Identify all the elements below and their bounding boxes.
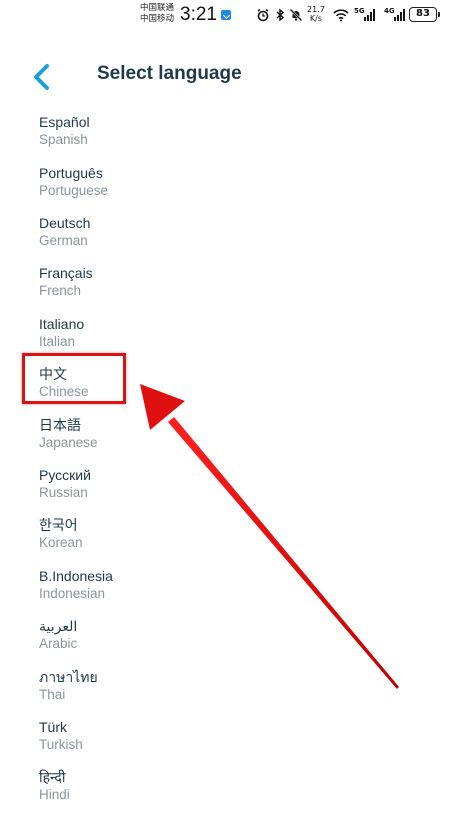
language-english-name: French (39, 283, 82, 298)
language-native-name: Français (39, 265, 93, 281)
language-english-name: Indonesian (39, 586, 106, 601)
status-bar: 中国联通 中国移动 3:21 21.7 K/s 5G 4G 83 (0, 0, 458, 32)
language-english-name: Spanish (39, 132, 88, 147)
language-native-name: Português (39, 165, 103, 181)
language-english-name: Japanese (39, 435, 98, 450)
language-native-name: Español (39, 114, 90, 130)
language-native-name: ภาษาไทย (39, 669, 98, 685)
language-native-name: 日本語 (39, 417, 81, 433)
language-english-name: Portuguese (39, 183, 109, 198)
language-native-name: Türk (39, 719, 67, 735)
language-item-spanish[interactable]: Español Spanish (39, 113, 339, 157)
language-native-name: हिन्दी (39, 769, 66, 785)
wifi-icon (333, 8, 349, 22)
language-native-name: Русский (39, 467, 91, 483)
chevron-left-icon (34, 64, 49, 90)
language-item-chinese[interactable]: 中文 Chinese (39, 365, 339, 409)
signal-2-bars-icon (394, 9, 407, 21)
mute-icon (289, 8, 303, 22)
language-item-russian[interactable]: Русский Russian (39, 466, 339, 510)
language-item-german[interactable]: Deutsch German (39, 214, 339, 258)
language-item-turkish[interactable]: Türk Turkish (39, 718, 339, 762)
language-english-name: Korean (39, 535, 83, 550)
speed-unit: K/s (309, 14, 322, 23)
language-item-japanese[interactable]: 日本語 Japanese (39, 416, 339, 460)
language-item-thai[interactable]: ภาษาไทย Thai (39, 668, 339, 712)
carrier-1: 中国联通 (140, 3, 175, 13)
language-english-name: Italian (39, 334, 76, 349)
speed-value: 21.7 (307, 5, 325, 14)
carrier-labels: 中国联通 中国移动 (140, 3, 174, 25)
language-native-name: 한국어 (39, 517, 78, 533)
language-native-name: Deutsch (39, 215, 91, 231)
download-icon (221, 10, 231, 20)
language-native-name: Italiano (39, 316, 85, 332)
language-item-korean[interactable]: 한국어 Korean (39, 516, 339, 560)
language-item-arabic[interactable]: العربية Arabic (39, 617, 339, 661)
language-english-name: Hindi (39, 787, 70, 802)
language-english-name: Russian (39, 485, 88, 500)
network-speed: 21.7 K/s (307, 5, 325, 23)
language-item-indonesian[interactable]: B.Indonesia Indonesian (39, 567, 339, 611)
language-item-italian[interactable]: Italiano Italian (39, 315, 339, 359)
language-native-name: العربية (39, 618, 78, 634)
language-english-name: German (39, 233, 88, 248)
language-native-name: 中文 (39, 366, 67, 382)
language-native-name: B.Indonesia (39, 568, 113, 584)
language-english-name: Turkish (39, 737, 83, 752)
language-english-name: Arabic (39, 636, 78, 651)
status-time: 3:21 (180, 4, 217, 25)
page-title: Select language (97, 63, 242, 84)
battery-indicator: 83 (409, 7, 440, 22)
signal-1-bars-icon (364, 9, 377, 21)
alarm-icon (256, 8, 270, 22)
bluetooth-icon (273, 8, 287, 22)
language-item-hindi[interactable]: हिन्दी Hindi (39, 768, 339, 812)
carrier-2: 中国移动 (140, 14, 175, 24)
language-english-name: Chinese (39, 384, 89, 399)
language-english-name: Thai (39, 687, 66, 702)
language-item-portuguese[interactable]: Português Portuguese (39, 164, 339, 208)
back-button[interactable] (28, 62, 58, 92)
language-item-french[interactable]: Français French (39, 264, 339, 308)
